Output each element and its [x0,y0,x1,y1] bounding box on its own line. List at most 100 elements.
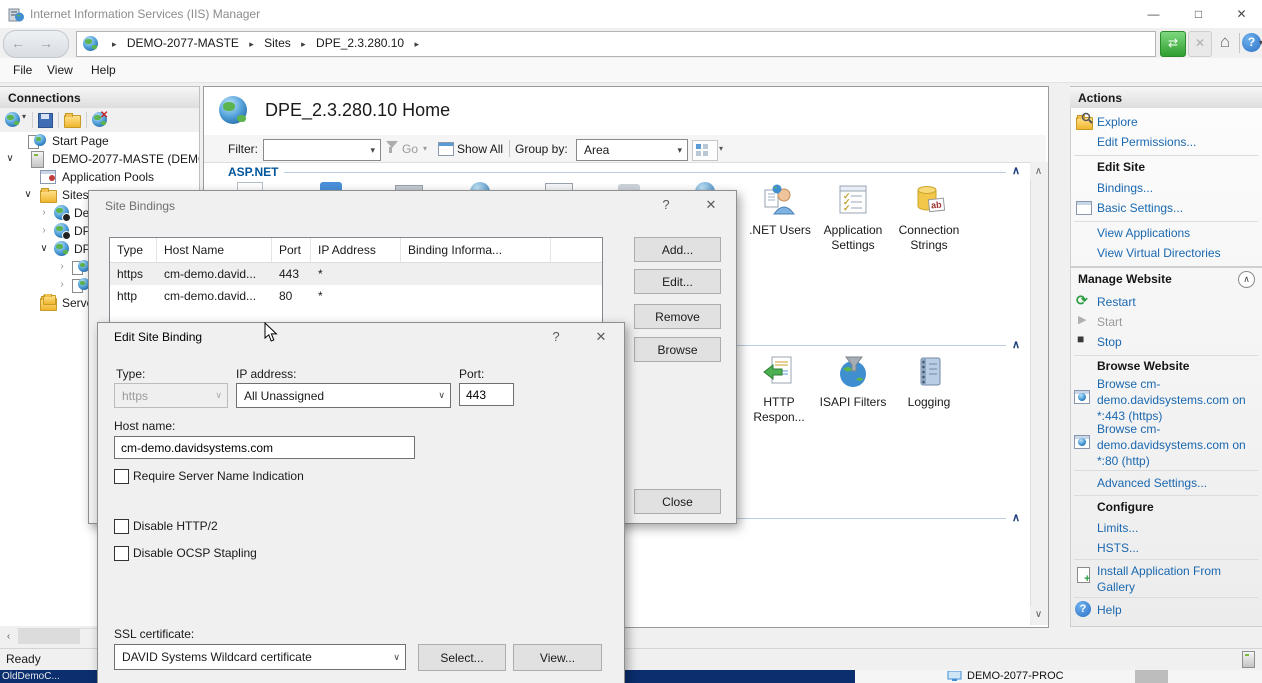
manage-website-collapse-button[interactable]: ∧ [1238,271,1255,288]
forward-button[interactable]: → [34,31,58,55]
show-all-button[interactable]: Show All [457,142,503,156]
host-name-input[interactable] [114,436,415,459]
action-edit-permissions[interactable]: Edit Permissions... [1097,134,1196,150]
sni-label[interactable]: Require Server Name Indication [133,469,304,483]
dialog-help-button[interactable]: ? [541,323,571,351]
binding-row-http[interactable]: http cm-demo.david... 80 * [110,285,602,307]
expander-icon[interactable]: ∨ [4,150,16,168]
ssl-certificate-select[interactable]: DAVID Systems Wildcard certificate ∨ [114,644,406,670]
create-connection-icon[interactable] [5,112,20,127]
action-view-applications[interactable]: View Applications [1097,225,1190,241]
col-binding-info[interactable]: Binding Informa... [401,238,551,262]
select-certificate-button[interactable]: Select... [418,644,506,671]
back-button[interactable]: ← [6,31,30,55]
action-view-virtual-directories[interactable]: View Virtual Directories [1097,245,1221,261]
col-port[interactable]: Port [272,238,311,262]
ip-address-select[interactable]: All Unassigned ∨ [236,383,451,408]
add-button[interactable]: Add... [634,237,721,262]
action-bindings[interactable]: Bindings... [1097,180,1153,196]
scroll-up-arrow[interactable]: ∧ [1030,163,1047,180]
feature-connection-strings[interactable]: ab Connection Strings [887,183,971,253]
go-dropdown-icon[interactable]: ▾ [423,144,427,153]
sni-checkbox[interactable] [114,469,129,484]
browse-button[interactable]: Browse [634,337,721,362]
taskbar-item-left[interactable]: OldDemoC... [2,670,60,683]
create-connection-dropdown[interactable]: ▾ [22,112,26,121]
dialog-close-button[interactable]: ✕ [696,191,726,219]
home-button[interactable]: ⌂ [1213,29,1237,55]
feature-isapi-filters[interactable]: ISAPI Filters [811,355,895,410]
port-input[interactable] [459,383,514,406]
stop-nav-button[interactable]: ✕ [1188,31,1212,57]
delete-x-icon[interactable]: ✕ [100,110,108,121]
action-stop[interactable]: Stop [1097,334,1122,350]
group-collapse-icon[interactable]: ∧ [1012,164,1020,177]
menu-view[interactable]: View [38,58,82,82]
disable-ocsp-label[interactable]: Disable OCSP Stapling [133,546,257,560]
expander-icon[interactable]: ∨ [22,186,34,204]
view-certificate-button[interactable]: View... [513,644,602,671]
dialog-help-button[interactable]: ? [651,191,681,219]
action-help[interactable]: Help [1097,602,1122,618]
group-by-select[interactable]: Area▾ [576,139,688,161]
content-scrollbar[interactable] [1030,162,1048,625]
disable-ocsp-checkbox[interactable] [114,546,129,561]
hscroll-thumb[interactable] [18,629,80,644]
feature-logging[interactable]: Logging [887,355,971,410]
group-collapse-icon[interactable]: ∧ [1012,511,1020,524]
feature-http-response[interactable]: HTTP Respon... [737,355,821,425]
binding-row-https[interactable]: https cm-demo.david... 443 * [110,263,602,285]
col-ip[interactable]: IP Address [311,238,401,262]
combo-arrow-icon[interactable]: ▾ [370,140,375,160]
col-type[interactable]: Type [110,238,157,262]
action-install-gallery[interactable]: Install Application From Gallery [1097,563,1259,595]
col-host[interactable]: Host Name [157,238,272,262]
action-hsts[interactable]: HSTS... [1097,540,1139,556]
maximize-button[interactable]: □ [1176,0,1221,28]
close-dialog-button[interactable]: Close [634,489,721,514]
expander-icon[interactable]: › [56,258,68,276]
breadcrumb-item-server[interactable]: DEMO-2077-MASTE [127,36,239,50]
refresh-button[interactable]: ⇄ [1160,31,1186,57]
action-explore[interactable]: Explore [1097,114,1138,130]
action-browse-https[interactable]: Browse cm-demo.davidsystems.com on *:443… [1097,376,1259,424]
disable-http2-checkbox[interactable] [114,519,129,534]
action-basic-settings[interactable]: Basic Settings... [1097,200,1183,216]
go-button[interactable]: Go [402,142,418,156]
combo-arrow-icon[interactable]: ∨ [393,645,400,669]
breadcrumb-item-sites[interactable]: Sites [264,36,291,50]
menu-file[interactable]: File [4,58,41,82]
menu-help[interactable]: Help [82,58,125,82]
remove-button[interactable]: Remove [634,304,721,329]
breadcrumb-item-site[interactable]: DPE_2.3.280.10 [316,36,404,50]
tree-item-start-page[interactable]: Start Page [0,132,199,150]
taskbar-item-right[interactable]: DEMO-2077-PROC [967,670,1064,683]
feature-dotnet-users[interactable]: .NET Users [738,183,822,238]
expander-icon[interactable]: › [38,222,50,240]
save-connections-icon[interactable] [38,113,53,128]
hscroll-left-arrow[interactable]: ‹ [0,628,17,645]
tree-item-server[interactable]: ∨ DEMO-2077-MASTE (DEMO\ [0,150,199,168]
feature-application-settings[interactable]: ✓ ✓ ✓ Application Settings [811,183,895,253]
connections-folder-icon[interactable] [64,115,81,128]
close-button[interactable]: ✕ [1221,0,1262,28]
disable-http2-label[interactable]: Disable HTTP/2 [133,519,218,533]
tree-item-application-pools[interactable]: Application Pools [0,168,199,186]
edit-button[interactable]: Edit... [634,269,721,294]
action-restart[interactable]: Restart [1097,294,1136,310]
action-browse-http[interactable]: Browse cm-demo.davidsystems.com on *:80 … [1097,421,1259,469]
action-advanced-settings[interactable]: Advanced Settings... [1097,475,1207,491]
expander-icon[interactable]: ∨ [38,240,50,258]
scroll-down-arrow[interactable]: ∨ [1030,606,1047,623]
minimize-button[interactable]: — [1131,0,1176,28]
action-limits[interactable]: Limits... [1097,520,1138,536]
view-mode-button[interactable] [692,140,718,161]
filter-input[interactable]: ▾ [263,139,381,161]
combo-arrow-icon[interactable]: ∨ [438,384,445,407]
view-mode-dropdown[interactable]: ▾ [719,144,723,153]
expander-icon[interactable]: › [38,204,50,222]
group-collapse-icon[interactable]: ∧ [1012,338,1020,351]
expander-icon[interactable]: › [56,276,68,294]
combo-arrow-icon[interactable]: ▾ [677,140,682,160]
dialog-close-button[interactable]: ✕ [586,323,616,351]
